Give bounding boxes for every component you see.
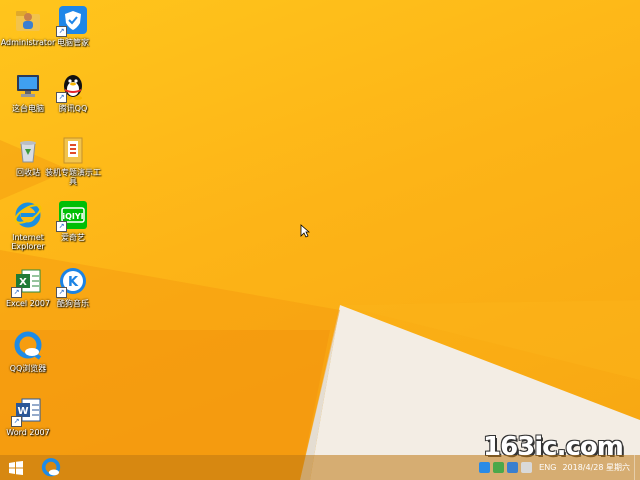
iqiyi-logo-text: iQIYI: [62, 212, 83, 221]
windows-logo-icon: [9, 460, 23, 475]
show-desktop-button[interactable]: [634, 455, 640, 480]
start-button[interactable]: [0, 455, 32, 480]
user-folder-icon: [12, 4, 44, 36]
language-indicator[interactable]: ENG: [539, 463, 556, 472]
desktop-icon-label: 酷狗音乐: [57, 299, 89, 308]
desktop-icon-label: Word 2007: [6, 428, 50, 437]
qq-browser-icon: [12, 330, 44, 362]
desktop-icon-label: 装机专题演示工具: [45, 168, 101, 186]
shortcut-arrow-icon: ↗: [11, 416, 22, 427]
mouse-cursor-icon: [300, 224, 310, 238]
tool-folder-icon: [57, 134, 89, 166]
excel-icon: X ↗: [11, 265, 44, 298]
desktop-icon-label: 腾讯QQ: [58, 104, 88, 113]
pc-manager-shield-icon: ↗: [56, 4, 89, 37]
kugou-logo-letter: K: [68, 275, 79, 290]
desktop-icon-kugou[interactable]: K ↗ 酷狗音乐: [45, 265, 101, 308]
desktop-icon-label: 回收站: [16, 168, 40, 177]
system-tray: ENG 2018/4/28 星期六: [479, 455, 640, 480]
clock[interactable]: 2018/4/28 星期六: [562, 463, 630, 473]
taskbar[interactable]: ENG 2018/4/28 星期六: [0, 455, 640, 480]
taskbar-qq-browser[interactable]: [36, 455, 66, 480]
desktop-icon-pc-manager[interactable]: ↗ 电脑管家: [45, 4, 101, 47]
shortcut-arrow-icon: ↗: [56, 287, 67, 298]
desktop-icon-qq[interactable]: ↗ 腾讯QQ: [45, 70, 101, 113]
desktop-icon-iqiyi[interactable]: iQIYI ↗ 爱奇艺: [45, 199, 101, 242]
recycle-bin-icon: [12, 134, 44, 166]
desktop-icon-label: 这台电脑: [12, 104, 44, 113]
word-icon: W ↗: [11, 394, 44, 427]
qq-penguin-icon: ↗: [56, 70, 89, 103]
network-tray-icon[interactable]: [493, 462, 505, 473]
volume-tray-icon[interactable]: [521, 462, 533, 473]
shortcut-arrow-icon: ↗: [11, 287, 22, 298]
desktop[interactable]: Administrator 这台电脑 回收站 Internet Explorer…: [0, 0, 640, 480]
computer-icon: [12, 70, 44, 102]
pc-manager-tray-icon[interactable]: [479, 462, 491, 473]
clock-date: 2018/4/28 星期六: [562, 462, 630, 472]
shortcut-arrow-icon: ↗: [56, 221, 67, 232]
desktop-icon-label: 爱奇艺: [61, 233, 85, 242]
security-tray-icon[interactable]: [507, 462, 519, 473]
shortcut-arrow-icon: ↗: [56, 92, 67, 103]
desktop-icon-label: 电脑管家: [57, 38, 89, 47]
desktop-icon-word-2007[interactable]: W ↗ Word 2007: [0, 394, 56, 437]
desktop-icon-install-tool[interactable]: 装机专题演示工具: [45, 134, 101, 186]
internet-explorer-icon: [12, 199, 44, 231]
qq-browser-icon: [41, 457, 61, 476]
shortcut-arrow-icon: ↗: [56, 26, 67, 37]
kugou-icon: K ↗: [56, 265, 89, 298]
iqiyi-icon: iQIYI ↗: [56, 199, 89, 232]
desktop-icon-label: QQ浏览器: [9, 364, 47, 373]
desktop-icon-qq-browser[interactable]: QQ浏览器: [0, 330, 56, 373]
desktop-icon-label: Excel 2007: [5, 299, 51, 308]
